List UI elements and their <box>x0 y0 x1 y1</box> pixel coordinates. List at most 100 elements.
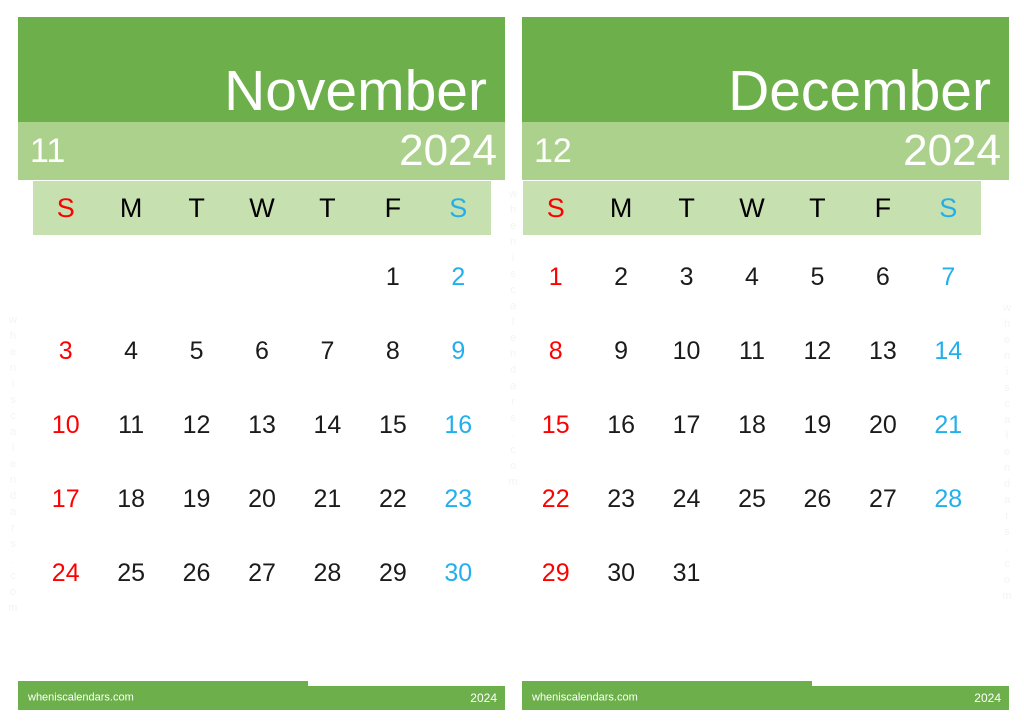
weekday-header-row: S M T W T F S <box>523 181 981 235</box>
day-cell[interactable]: 15 <box>360 388 425 462</box>
day-cell[interactable]: 16 <box>588 388 653 462</box>
day-cell[interactable]: 18 <box>98 462 163 536</box>
day-cell[interactable]: 20 <box>850 388 915 462</box>
day-cell[interactable]: 11 <box>98 388 163 462</box>
day-cell[interactable]: 2 <box>588 240 653 314</box>
day-cell[interactable]: 19 <box>785 388 850 462</box>
weekday-label-monday: M <box>609 192 633 223</box>
day-cell[interactable]: 5 <box>164 314 229 388</box>
day-cell[interactable]: 24 <box>33 536 98 610</box>
day-cell[interactable]: 26 <box>164 536 229 610</box>
day-cell[interactable]: 14 <box>295 388 360 462</box>
day-cell[interactable]: 18 <box>719 388 784 462</box>
day-cell[interactable]: 23 <box>426 462 491 536</box>
weekday-label-friday: F <box>384 192 402 223</box>
day-cell[interactable]: 21 <box>916 388 981 462</box>
day-cell[interactable]: 3 <box>654 240 719 314</box>
day-cell[interactable]: 13 <box>850 314 915 388</box>
day-cell[interactable]: 4 <box>98 314 163 388</box>
day-cell[interactable]: 14 <box>916 314 981 388</box>
day-cell-empty <box>850 536 915 610</box>
day-cell[interactable]: 17 <box>33 462 98 536</box>
day-cell[interactable]: 6 <box>229 314 294 388</box>
day-cell-empty <box>295 240 360 314</box>
day-cell-empty <box>719 536 784 610</box>
month-subheader-bar: 11 2024 <box>18 122 505 180</box>
day-cell[interactable]: 29 <box>523 536 588 610</box>
day-cell[interactable]: 12 <box>785 314 850 388</box>
day-cell[interactable]: 22 <box>360 462 425 536</box>
day-cell[interactable]: 4 <box>719 240 784 314</box>
day-cell[interactable]: 11 <box>719 314 784 388</box>
day-cell[interactable]: 26 <box>785 462 850 536</box>
day-cell[interactable]: 27 <box>229 536 294 610</box>
weekday-label-sunday: S <box>546 192 565 223</box>
day-cell[interactable]: 10 <box>654 314 719 388</box>
calendar-page: wheniscalendars.com wheniscalendars.com … <box>0 0 1024 724</box>
day-cell[interactable]: 1 <box>360 240 425 314</box>
day-cell[interactable]: 8 <box>360 314 425 388</box>
footer-site-link[interactable]: wheniscalendars.com <box>28 692 134 704</box>
day-grid: 1 2 3 4 5 6 7 8 9 10 11 12 13 14 15 16 17 18 19 20 21 22 23 24 2… <box>523 240 981 610</box>
day-cell[interactable]: 20 <box>229 462 294 536</box>
day-cell[interactable]: 15 <box>523 388 588 462</box>
day-cell[interactable]: 29 <box>360 536 425 610</box>
day-cell[interactable]: 8 <box>523 314 588 388</box>
day-cell[interactable]: 23 <box>588 462 653 536</box>
footer-year: 2024 <box>470 691 497 705</box>
month-subheader-bar: 12 2024 <box>522 122 1009 180</box>
day-cell-empty <box>916 536 981 610</box>
weekday-label-friday: F <box>874 192 892 223</box>
weekday-label-saturday: S <box>939 192 958 223</box>
weekday-label-monday: M <box>119 192 143 223</box>
day-cell-empty <box>33 240 98 314</box>
day-cell-empty <box>785 536 850 610</box>
weekday-label-thursday: T <box>319 192 336 223</box>
day-cell[interactable]: 17 <box>654 388 719 462</box>
day-cell[interactable]: 25 <box>98 536 163 610</box>
weekday-label-wednesday: W <box>249 192 275 223</box>
day-cell[interactable]: 22 <box>523 462 588 536</box>
day-cell[interactable]: 9 <box>588 314 653 388</box>
day-cell[interactable]: 16 <box>426 388 491 462</box>
footer-bar: wheniscalendars.com 2024 <box>18 686 505 710</box>
day-cell[interactable]: 19 <box>164 462 229 536</box>
day-cell[interactable]: 2 <box>426 240 491 314</box>
month-panel-december: December 12 2024 S M T W T F S 123456789… <box>512 0 1024 724</box>
month-title: December <box>728 59 991 123</box>
weekday-label-sunday: S <box>56 192 75 223</box>
day-cell[interactable]: 28 <box>295 536 360 610</box>
footer-year: 2024 <box>974 691 1001 705</box>
day-cell-empty <box>164 240 229 314</box>
day-cell[interactable]: 3 <box>33 314 98 388</box>
weekday-label-thursday: T <box>809 192 826 223</box>
day-cell[interactable]: 12 <box>164 388 229 462</box>
day-grid: 1 2 3 4 5 6 7 8 9 10 11 12 13 14 15 16 17 18 19 20 21 22 23 24 2… <box>33 240 491 610</box>
weekday-header-row: S M T W T F S <box>33 181 491 235</box>
month-number: 11 <box>30 132 66 170</box>
day-cell[interactable]: 9 <box>426 314 491 388</box>
footer-site-link[interactable]: wheniscalendars.com <box>532 692 638 704</box>
day-cell[interactable]: 5 <box>785 240 850 314</box>
day-cell[interactable]: 30 <box>588 536 653 610</box>
weekday-label-tuesday: T <box>678 192 695 223</box>
day-cell[interactable]: 25 <box>719 462 784 536</box>
day-cell[interactable]: 28 <box>916 462 981 536</box>
day-cell[interactable]: 13 <box>229 388 294 462</box>
weekday-label-saturday: S <box>449 192 468 223</box>
day-cell[interactable]: 24 <box>654 462 719 536</box>
month-number: 12 <box>534 132 572 170</box>
day-cell[interactable]: 6 <box>850 240 915 314</box>
day-cell[interactable]: 1 <box>523 240 588 314</box>
day-cell[interactable]: 27 <box>850 462 915 536</box>
weekday-label-wednesday: W <box>739 192 765 223</box>
month-year: 2024 <box>399 126 497 175</box>
day-cell[interactable]: 21 <box>295 462 360 536</box>
day-cell[interactable]: 7 <box>295 314 360 388</box>
day-cell[interactable]: 10 <box>33 388 98 462</box>
day-cell[interactable]: 30 <box>426 536 491 610</box>
weekday-label-tuesday: T <box>188 192 205 223</box>
day-cell[interactable]: 31 <box>654 536 719 610</box>
month-title-bar: November <box>18 17 505 122</box>
day-cell[interactable]: 7 <box>916 240 981 314</box>
